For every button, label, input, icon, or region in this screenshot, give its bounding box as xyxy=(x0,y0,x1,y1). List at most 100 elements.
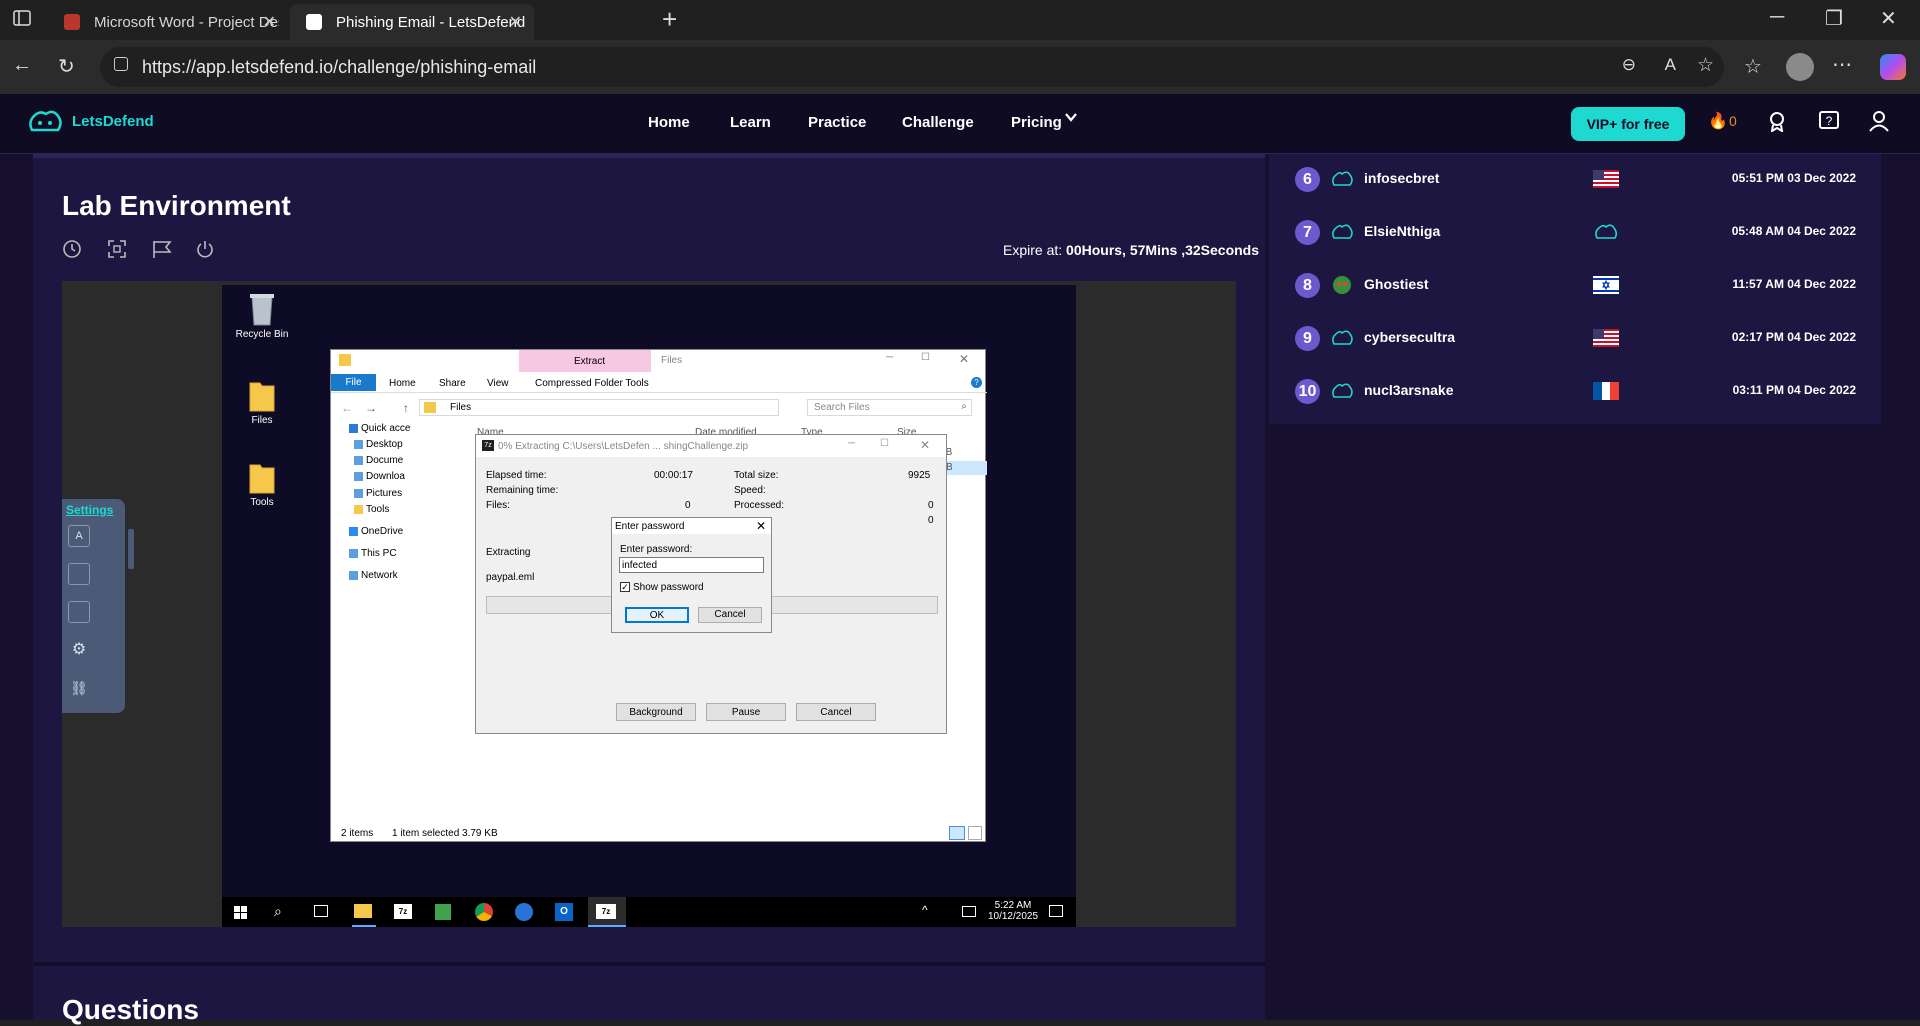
new-tab-button[interactable]: + xyxy=(662,4,677,35)
nav-pane-item[interactable]: Tools xyxy=(366,504,389,515)
maximize-icon[interactable]: ☐ xyxy=(921,352,930,363)
start-button[interactable] xyxy=(234,906,248,920)
back-icon[interactable]: ← xyxy=(12,54,32,77)
zoom-icon[interactable]: ⊖ xyxy=(1622,55,1636,75)
file-explorer-taskbar-icon[interactable] xyxy=(354,904,372,918)
password-input[interactable]: infected xyxy=(619,557,764,573)
nav-practice[interactable]: Practice xyxy=(808,114,866,131)
tools-shortcut[interactable]: Tools xyxy=(234,461,290,508)
settings-label[interactable]: Settings xyxy=(66,503,113,517)
minimize-icon[interactable]: ─ xyxy=(886,352,893,363)
minimize-icon[interactable]: ─ xyxy=(1770,6,1784,29)
password-dialog[interactable]: Enter password ✕ Enter password: infecte… xyxy=(611,517,772,633)
close-icon[interactable]: ✕ xyxy=(959,352,969,366)
nav-learn[interactable]: Learn xyxy=(730,114,771,131)
favorite-star-icon[interactable]: ☆ xyxy=(1697,54,1714,77)
cancel-button[interactable]: Cancel xyxy=(796,703,876,721)
nav-pane-item[interactable]: Downloa xyxy=(366,471,405,482)
username[interactable]: cybersecultra xyxy=(1364,329,1455,345)
leaderboard-row[interactable]: 7 ElsieNthiga 05:48 AM 04 Dec 2022 xyxy=(1269,207,1881,259)
leaderboard-row[interactable]: 10 nucl3arsnake 03:11 PM 04 Dec 2022 xyxy=(1269,366,1881,418)
nav-pricing[interactable]: Pricing xyxy=(1011,114,1062,131)
show-password-checkbox[interactable]: ✓ xyxy=(620,582,630,592)
nav-pane-item[interactable]: Desktop xyxy=(366,439,403,450)
background-button[interactable]: Background xyxy=(616,703,696,721)
close-tab-icon[interactable]: ✕ xyxy=(509,12,522,32)
clock-icon[interactable] xyxy=(62,239,82,259)
tab-phishing[interactable]: Phishing Email - LetsDefend ✕ xyxy=(290,4,534,40)
brand-name[interactable]: LetsDefend xyxy=(72,113,154,130)
chrome-taskbar-icon[interactable] xyxy=(475,903,493,921)
username[interactable]: Ghostiest xyxy=(1364,276,1429,292)
fullscreen-icon[interactable] xyxy=(107,239,127,259)
site-info-icon[interactable] xyxy=(114,57,128,71)
back-icon[interactable]: ← xyxy=(341,401,353,415)
task-view-icon[interactable] xyxy=(314,905,328,917)
more-menu-icon[interactable]: ⋯ xyxy=(1832,52,1852,77)
favorites-icon[interactable]: ☆ xyxy=(1744,54,1762,79)
nav-pane-item[interactable]: This PC xyxy=(361,548,397,559)
tab-home[interactable]: Home xyxy=(389,378,416,389)
vm-screen[interactable]: Recycle Bin Files Tools Extract Files ─ … xyxy=(62,281,1236,927)
trophy-icon[interactable] xyxy=(1766,110,1788,132)
restore-icon[interactable]: ❐ xyxy=(1825,6,1843,31)
vip-button[interactable]: VIP+ for free xyxy=(1571,107,1685,141)
screen-icon[interactable] xyxy=(68,601,90,623)
maximize-icon[interactable]: ☐ xyxy=(880,438,889,449)
cancel-button[interactable]: Cancel xyxy=(698,607,762,623)
tab-file[interactable]: File xyxy=(331,374,376,391)
notepad-taskbar-icon[interactable] xyxy=(435,904,451,920)
nav-home[interactable]: Home xyxy=(648,114,690,131)
username[interactable]: nucl3arsnake xyxy=(1364,382,1454,398)
tab-word[interactable]: Microsoft Word - Project Descript ✕ xyxy=(48,4,288,40)
username[interactable]: ElsieNthiga xyxy=(1364,223,1440,239)
user-icon[interactable] xyxy=(1868,110,1890,132)
nav-pane-item[interactable]: Docume xyxy=(366,455,403,466)
letsdefend-logo-icon[interactable] xyxy=(26,108,64,136)
chevron-down-icon[interactable] xyxy=(1064,110,1078,124)
username[interactable]: infosecbret xyxy=(1364,170,1439,186)
forward-icon[interactable]: → xyxy=(365,401,377,415)
nav-pane-item[interactable]: OneDrive xyxy=(361,526,403,537)
nav-pane-item[interactable]: Network xyxy=(361,570,398,581)
power-icon[interactable] xyxy=(195,239,215,259)
clipboard-icon[interactable] xyxy=(68,563,90,585)
thunderbird-taskbar-icon[interactable] xyxy=(515,903,533,921)
leaderboard-row[interactable]: 9 cybersecultra 02:17 PM 04 Dec 2022 xyxy=(1269,313,1881,365)
close-tab-icon[interactable]: ✕ xyxy=(263,12,276,32)
leaderboard-row[interactable]: 8 Ghostiest 11:57 AM 04 Dec 2022 xyxy=(1269,260,1881,312)
close-window-icon[interactable]: ✕ xyxy=(1880,6,1897,31)
nav-pane-item[interactable]: Pictures xyxy=(366,488,402,499)
7zip-taskbar-icon[interactable]: 7z xyxy=(394,904,412,919)
nav-challenge[interactable]: Challenge xyxy=(902,114,974,131)
up-icon[interactable]: ↑ xyxy=(403,401,409,415)
tab-share[interactable]: Share xyxy=(439,378,466,389)
tray-clock[interactable]: 5:22 AM 10/12/2025 xyxy=(987,900,1039,922)
tab-compressed-tools[interactable]: Compressed Folder Tools xyxy=(535,378,649,389)
close-icon[interactable]: ✕ xyxy=(920,438,930,452)
help-icon[interactable]: ? xyxy=(971,377,982,388)
panel-handle[interactable] xyxy=(128,529,134,569)
notification-icon[interactable] xyxy=(1049,905,1063,917)
gear-icon[interactable]: ⚙ xyxy=(68,639,90,661)
search-icon[interactable]: ⌕ xyxy=(274,903,282,920)
tab-actions-icon[interactable] xyxy=(12,8,36,32)
ok-button[interactable]: OK xyxy=(625,607,689,623)
leaderboard-row[interactable]: 6 infosecbret 05:51 PM 03 Dec 2022 xyxy=(1269,154,1881,206)
7zip-active-icon[interactable]: 7z xyxy=(596,904,616,919)
search-input[interactable]: Search Files ⌕ xyxy=(807,399,972,416)
help-icon[interactable]: ? xyxy=(1818,110,1840,132)
outlook-taskbar-icon[interactable]: O xyxy=(555,903,573,921)
tab-view[interactable]: View xyxy=(487,378,509,389)
vm-desktop[interactable]: Recycle Bin Files Tools Extract Files ─ … xyxy=(222,285,1076,927)
settings-panel[interactable]: Settings A ⚙ ⛓ xyxy=(62,499,134,713)
url-bar[interactable]: https://app.letsdefend.io/challenge/phis… xyxy=(100,47,1724,87)
tray-chevron-icon[interactable]: ^ xyxy=(922,903,928,917)
path-bar[interactable]: Files xyxy=(419,399,779,416)
close-icon[interactable]: ✕ xyxy=(756,519,766,533)
disconnect-icon[interactable]: ⛓ xyxy=(68,677,90,699)
details-view-icon[interactable] xyxy=(949,826,965,840)
recycle-bin-shortcut[interactable]: Recycle Bin xyxy=(234,291,290,340)
pause-button[interactable]: Pause xyxy=(706,703,786,721)
refresh-icon[interactable]: ↻ xyxy=(58,54,75,79)
